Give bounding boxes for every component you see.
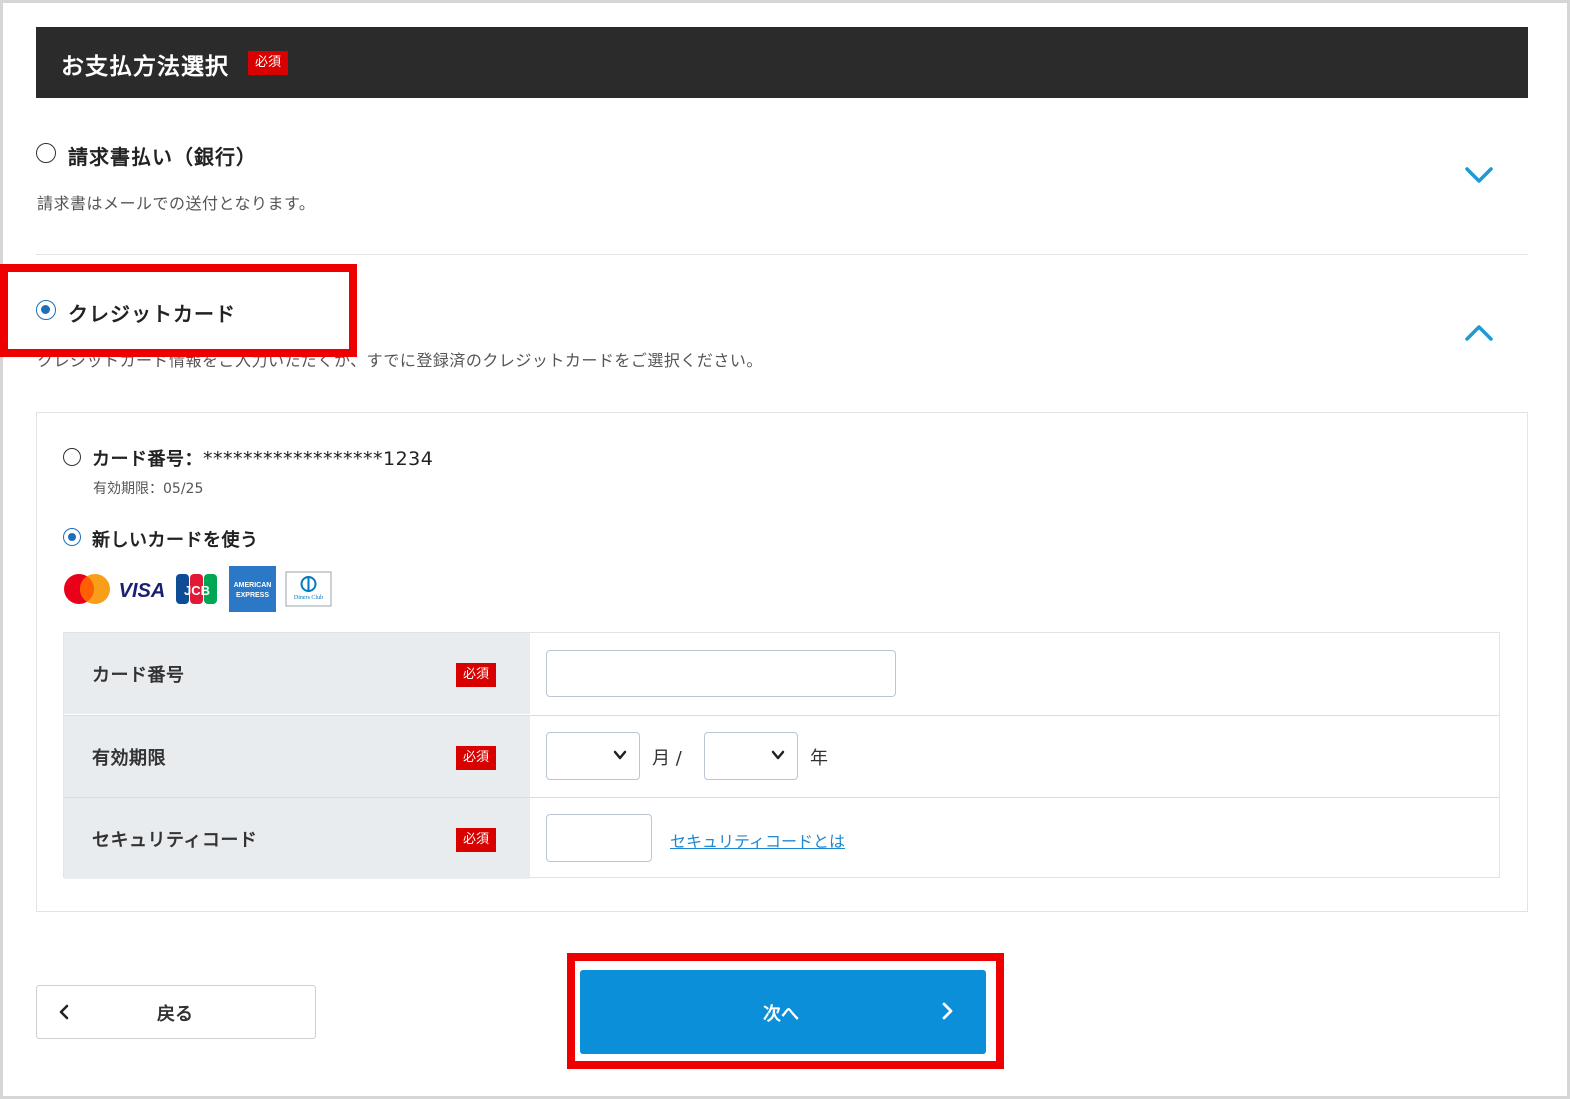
chevron-up-icon[interactable] — [1464, 318, 1494, 348]
section-title: お支払方法選択 — [61, 54, 229, 80]
new-card-radio[interactable] — [63, 528, 81, 546]
saved-card-expiry: 有効期限：05/25 — [93, 481, 204, 497]
security-code-row: セキュリティコード 必須 セキュリティコードとは — [64, 797, 1499, 879]
saved-card-number: ******************1234 — [203, 448, 434, 470]
card-number-row: カード番号 必須 — [64, 633, 1499, 714]
chevron-left-icon — [59, 1004, 69, 1020]
diners-logo-text: Diners Club — [294, 595, 323, 601]
expiry-month-select[interactable] — [546, 732, 640, 780]
card-number-label: カード番号 — [92, 665, 185, 686]
saved-card-prefix: カード番号： — [92, 449, 203, 470]
expiry-row: 有効期限 必須 月 / 年 — [64, 715, 1499, 797]
diners-club-logo: Diners Club — [285, 571, 332, 607]
back-button[interactable]: 戻る — [36, 985, 316, 1039]
back-button-label: 戻る — [157, 1004, 193, 1025]
required-badge: 必須 — [456, 828, 497, 852]
section-header: お支払方法選択 必須 — [36, 27, 1528, 98]
mastercard-logo — [64, 574, 110, 604]
security-code-label-cell: セキュリティコード 必須 — [64, 798, 530, 879]
new-card-label[interactable]: 新しいカードを使う — [92, 526, 259, 552]
security-code-label: セキュリティコード — [92, 830, 258, 851]
required-badge: 必須 — [248, 51, 289, 75]
invoice-description: 請求書はメールでの送付となります。 — [37, 194, 316, 213]
expiry-year-select[interactable] — [704, 732, 798, 780]
jcb-logo-text: JCB — [184, 583, 210, 598]
chevron-down-icon — [771, 750, 785, 760]
next-button[interactable]: 次へ — [580, 970, 986, 1054]
year-unit: 年 — [810, 748, 828, 769]
card-form-table: カード番号 必須 有効期限 必須 月 / 年 セキュリティコード 必須 セキュリ… — [63, 632, 1500, 879]
saved-card-radio[interactable] — [63, 448, 81, 466]
expiry-label: 有効期限 — [92, 748, 166, 769]
jcb-logo: JCB — [176, 574, 217, 604]
expiry-label-cell: 有効期限 必須 — [64, 716, 530, 797]
visa-logo-text: VISA — [119, 580, 166, 602]
chevron-down-icon[interactable] — [1464, 160, 1494, 190]
credit-card-highlight-box — [0, 264, 357, 357]
chevron-down-icon — [613, 750, 627, 760]
month-unit: 月 / — [652, 748, 682, 769]
required-badge: 必須 — [456, 663, 497, 687]
security-code-input[interactable] — [546, 814, 652, 862]
invoice-radio[interactable] — [36, 143, 56, 163]
chevron-right-icon — [942, 1002, 953, 1020]
card-number-label-cell: カード番号 必須 — [64, 633, 530, 714]
card-number-input[interactable] — [546, 650, 896, 697]
security-code-help-link[interactable]: セキュリティコードとは — [670, 828, 845, 852]
amex-logo: AMERICAN EXPRESS — [229, 566, 276, 612]
invoice-option-label[interactable]: 請求書払い（銀行） — [68, 141, 257, 170]
required-badge: 必須 — [456, 746, 497, 770]
saved-card-label[interactable]: カード番号：******************1234 — [92, 445, 433, 471]
option-divider — [36, 254, 1528, 255]
next-button-label: 次へ — [763, 1004, 799, 1025]
amex-logo-top: AMERICAN — [234, 582, 272, 589]
visa-logo: VISA — [119, 580, 166, 602]
amex-logo-bottom: EXPRESS — [236, 592, 269, 599]
